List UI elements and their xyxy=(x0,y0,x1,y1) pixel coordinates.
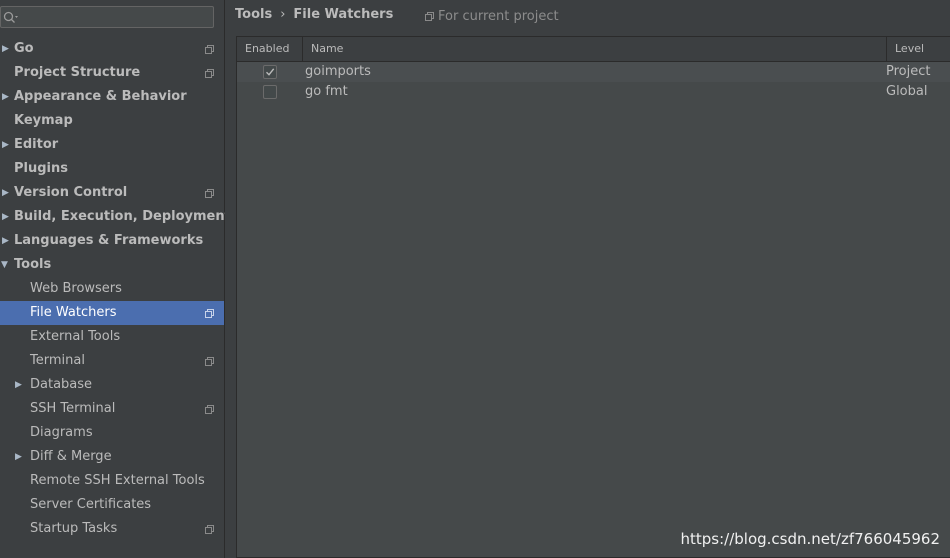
expand-arrow-icon[interactable]: ▶ xyxy=(2,229,14,253)
level-dropdown[interactable]: Global ▼ xyxy=(886,82,950,102)
sidebar-item-go[interactable]: ▶ Go xyxy=(0,37,224,61)
level-dropdown[interactable]: Project ▼ xyxy=(886,62,950,82)
sidebar-item-keymap[interactable]: Keymap xyxy=(0,109,224,133)
table-row[interactable]: goimports Project ▼ xyxy=(237,62,950,82)
watermark-text: https://blog.csdn.net/zf766045962 xyxy=(680,530,941,548)
sidebar-item-label: Diagrams xyxy=(30,425,93,440)
sidebar-item-label: Go xyxy=(14,41,34,56)
collapse-arrow-icon[interactable]: ▼ xyxy=(1,253,13,277)
sidebar-item-label: Build, Execution, Deployment xyxy=(14,209,231,224)
sidebar-item-plugins[interactable]: Plugins xyxy=(0,157,224,181)
sidebar-item-label: Plugins xyxy=(14,161,68,176)
project-scope-icon xyxy=(205,69,214,78)
sidebar-item-label: Tools xyxy=(14,257,52,272)
settings-content: Tools › File Watchers For current project … xyxy=(225,0,950,558)
settings-sidebar: ▶ Go Project Structure ▶ Appearance & Be… xyxy=(0,0,231,558)
sidebar-item-label: Project Structure xyxy=(14,65,141,80)
project-scope-icon xyxy=(205,405,214,414)
project-scope-icon xyxy=(425,12,434,21)
expand-arrow-icon[interactable]: ▶ xyxy=(15,373,27,397)
table-header: Enabled Name Level xyxy=(237,37,950,62)
file-watchers-table: Enabled Name Level goimports Project ▼ g… xyxy=(236,36,950,558)
sidebar-item-version-control[interactable]: ▶ Version Control xyxy=(0,181,224,205)
check-icon xyxy=(266,68,275,76)
project-scope-icon xyxy=(205,525,214,534)
expand-arrow-icon[interactable]: ▶ xyxy=(2,133,14,157)
sidebar-item-label: External Tools xyxy=(30,329,121,344)
expand-arrow-icon[interactable]: ▶ xyxy=(2,37,14,61)
sidebar-item-label: Keymap xyxy=(14,113,73,128)
sidebar-item-terminal[interactable]: Terminal xyxy=(0,349,224,373)
sidebar-item-diff-merge[interactable]: ▶ Diff & Merge xyxy=(0,445,224,469)
project-scope-icon xyxy=(205,357,214,366)
sidebar-item-label: Editor xyxy=(14,137,59,152)
sidebar-item-label: Startup Tasks xyxy=(30,521,118,536)
sidebar-item-web-browsers[interactable]: Web Browsers xyxy=(0,277,224,301)
sidebar-item-project-structure[interactable]: Project Structure xyxy=(0,61,224,85)
sidebar-item-label: Web Browsers xyxy=(30,281,122,296)
sidebar-item-label: Diff & Merge xyxy=(30,449,112,464)
sidebar-item-build-execution-deployment[interactable]: ▶ Build, Execution, Deployment xyxy=(0,205,231,229)
enabled-checkbox[interactable] xyxy=(263,85,277,99)
project-scope-icon xyxy=(205,45,214,54)
sidebar-item-external-tools[interactable]: External Tools xyxy=(0,325,224,349)
sidebar-item-label: Remote SSH External Tools xyxy=(30,473,205,488)
sidebar-item-languages-frameworks[interactable]: ▶ Languages & Frameworks xyxy=(0,229,224,253)
expand-arrow-icon[interactable]: ▶ xyxy=(2,181,14,205)
sidebar-item-label: SSH Terminal xyxy=(30,401,116,416)
column-header-enabled[interactable]: Enabled xyxy=(245,37,301,61)
expand-arrow-icon[interactable]: ▶ xyxy=(2,205,14,229)
expand-arrow-icon[interactable]: ▶ xyxy=(15,445,27,469)
sidebar-item-label: Languages & Frameworks xyxy=(14,233,204,248)
sidebar-item-editor[interactable]: ▶ Editor xyxy=(0,133,224,157)
search-box[interactable] xyxy=(0,6,214,28)
column-header-level[interactable]: Level xyxy=(886,37,950,61)
sidebar-item-database[interactable]: ▶ Database xyxy=(0,373,224,397)
sidebar-item-diagrams[interactable]: Diagrams xyxy=(0,421,224,445)
search-input[interactable] xyxy=(19,8,209,26)
project-scope-icon xyxy=(205,309,214,318)
breadcrumb-parent[interactable]: Tools xyxy=(235,7,272,22)
scope-indicator: For current project xyxy=(425,9,559,24)
search-icon xyxy=(3,11,18,23)
sidebar-item-server-certificates[interactable]: Server Certificates xyxy=(0,493,224,517)
level-value: Project xyxy=(886,64,931,79)
project-scope-icon xyxy=(205,189,214,198)
enabled-checkbox[interactable] xyxy=(263,65,277,79)
sidebar-item-remote-ssh-external-tools[interactable]: Remote SSH External Tools xyxy=(0,469,224,493)
breadcrumb: Tools › File Watchers xyxy=(235,7,393,22)
column-header-name[interactable]: Name xyxy=(302,37,885,61)
sidebar-item-label: Appearance & Behavior xyxy=(14,89,187,104)
sidebar-item-label: Version Control xyxy=(14,185,128,200)
scope-label: For current project xyxy=(438,9,559,24)
sidebar-item-tools[interactable]: ▼ Tools xyxy=(0,253,224,277)
sidebar-item-label: Terminal xyxy=(30,353,85,368)
breadcrumb-current: File Watchers xyxy=(293,7,394,22)
breadcrumb-separator: › xyxy=(280,7,286,22)
watcher-name: goimports xyxy=(305,64,371,79)
level-value: Global xyxy=(886,84,928,99)
sidebar-item-file-watchers[interactable]: File Watchers xyxy=(0,301,224,325)
sidebar-item-startup-tasks[interactable]: Startup Tasks xyxy=(0,517,224,541)
watcher-name: go fmt xyxy=(305,84,348,99)
table-row[interactable]: go fmt Global ▼ xyxy=(237,82,950,102)
sidebar-item-ssh-terminal[interactable]: SSH Terminal xyxy=(0,397,224,421)
expand-arrow-icon[interactable]: ▶ xyxy=(2,85,14,109)
sidebar-item-label: File Watchers xyxy=(30,305,117,320)
sidebar-item-label: Database xyxy=(30,377,93,392)
sidebar-item-appearance-behavior[interactable]: ▶ Appearance & Behavior xyxy=(0,85,224,109)
sidebar-item-label: Server Certificates xyxy=(30,497,152,512)
